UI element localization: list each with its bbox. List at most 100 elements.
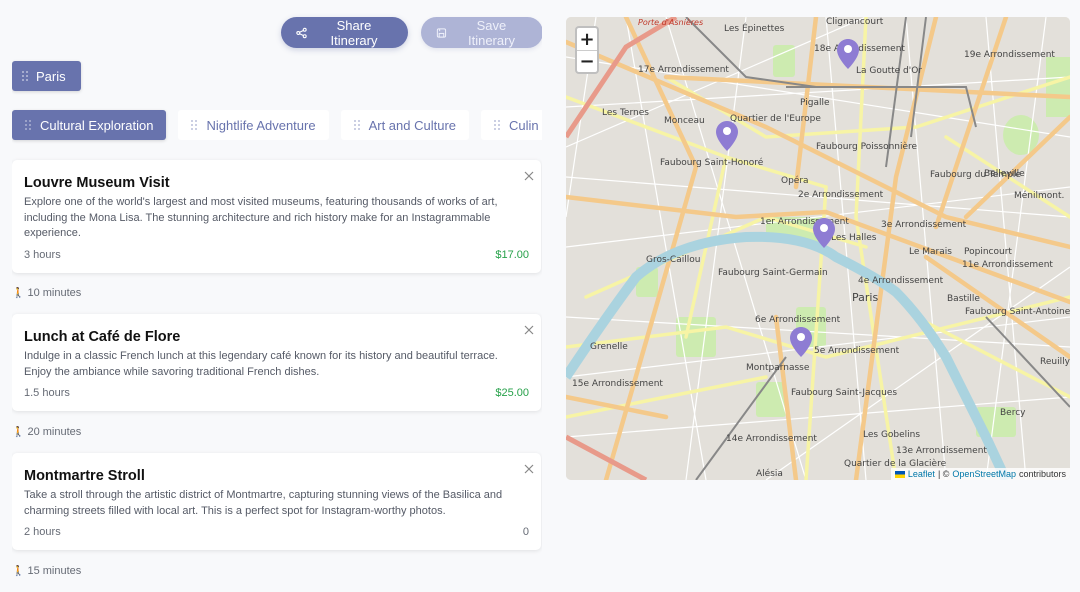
travel-time-label: 15 minutes [27,565,82,577]
map-label: Belleville [984,169,1025,179]
activity-title: Louvre Museum Visit [24,175,170,191]
map-tiles[interactable]: Porte d'Asnières Les Épinettes Clignanco… [566,17,1070,480]
map-label: Popincourt [964,247,1012,257]
activity-meta: 2 hours 0 [24,526,529,538]
theme-tab-nightlife-adventure[interactable]: Nightlife Adventure [178,110,329,140]
map-marker[interactable] [837,39,859,69]
map-marker[interactable] [716,121,738,151]
map-marker[interactable] [790,327,812,357]
theme-tab-label: Art and Culture [368,117,457,133]
drag-handle-icon[interactable] [191,120,198,130]
map-label: 17e Arrondissement [638,65,729,75]
map-label: Gros-Caillou [646,255,700,265]
activity-card[interactable]: Lunch at Café de Flore Indulge in a clas… [12,314,541,411]
map-label: Les Épinettes [724,22,785,34]
theme-tabs: Cultural Exploration Nightlife Adventure… [12,110,542,140]
activity-title: Montmartre Stroll [24,468,145,484]
travel-time-label: 20 minutes [27,426,82,438]
map-label: Porte d'Asnières [638,17,703,27]
activity-card[interactable]: Louvre Museum Visit Explore one of the w… [12,160,541,273]
map-label: Faubourg Saint-Germain [718,268,828,278]
activity-price: $25.00 [495,387,529,399]
map-marker[interactable] [813,218,835,248]
city-chip-paris[interactable]: Paris [12,61,81,91]
travel-time: 🚶 10 minutes [12,287,81,299]
city-label: Paris [36,68,66,84]
activity-duration: 2 hours [24,526,61,538]
map-label: 15e Arrondissement [572,379,663,389]
map-label: Quartier de l'Europe [730,114,821,124]
openstreetmap-link[interactable]: OpenStreetMap [952,469,1016,479]
activity-description: Explore one of the world's largest and m… [24,196,498,239]
map-label: Grenelle [590,342,628,352]
save-itinerary-button[interactable]: Save Itinerary [421,17,542,48]
zoom-out-button[interactable]: − [577,50,597,72]
map-label: 5e Arrondissement [814,346,900,356]
drag-handle-icon[interactable] [353,120,360,130]
save-icon [436,27,447,38]
activity-price: 0 [522,526,529,538]
activity-duration: 3 hours [24,248,61,261]
map-label: Montparnasse [746,363,810,373]
map-label: Faubourg Saint-Honoré [660,157,764,168]
share-icon [296,27,307,38]
theme-tab-label: Cultural Exploration [40,117,154,133]
theme-tab-label: Culin [509,117,539,133]
attribution-separator: | © [937,469,950,479]
drag-handle-icon[interactable] [494,120,501,130]
activity-price: $17.00 [495,248,529,261]
map[interactable]: Porte d'Asnières Les Épinettes Clignanco… [566,17,1070,480]
zoom-in-button[interactable]: + [577,28,597,50]
map-label: Les Gobelins [863,430,920,440]
map-label: Le Marais [909,247,952,257]
activity-card[interactable]: Montmartre Stroll Take a stroll through … [12,453,541,550]
map-label: 18e Arrondissement [814,44,905,54]
attribution-suffix: contributors [1018,469,1066,479]
map-label: Opéra [781,175,809,186]
drag-handle-icon[interactable] [22,71,28,81]
activity-meta: 3 hours $17.00 [24,249,529,261]
theme-tab-culinary[interactable]: Culin [481,110,542,140]
map-label: Monceau [664,116,705,126]
map-label: Alésia [756,468,783,479]
map-label: Ménilmont. [1014,190,1064,201]
share-itinerary-button[interactable]: Share Itinerary [281,17,408,48]
travel-time: 🚶 20 minutes [12,426,81,438]
map-label: 4e Arrondissement [858,276,944,286]
ukraine-flag-icon [894,470,905,478]
map-label: Bastille [947,294,980,304]
close-icon[interactable] [522,323,536,337]
theme-tab-label: Nightlife Adventure [206,117,316,133]
map-label: Clignancourt [826,17,884,27]
map-label: 1er Arrondissement [760,217,849,227]
close-icon[interactable] [522,462,536,476]
map-label: La Goutte d'Or [856,66,922,76]
map-label: Paris [852,291,878,304]
activity-duration: 1.5 hours [24,387,70,399]
travel-time-label: 10 minutes [27,287,82,299]
map-label: Les Halles [831,233,877,243]
map-label: 14e Arrondissement [726,434,817,444]
close-icon[interactable] [522,169,536,183]
map-label: 13e Arrondissement [896,446,987,456]
walking-person-icon: 🚶 [12,426,25,438]
map-label: 6e Arrondissement [755,315,841,325]
map-zoom-control: + − [575,26,599,74]
theme-tab-cultural-exploration[interactable]: Cultural Exploration [12,110,167,140]
leaflet-link[interactable]: Leaflet [908,469,935,479]
walking-person-icon: 🚶 [12,565,25,577]
map-label: 3e Arrondissement [881,220,967,230]
map-label: Faubourg Saint-Jacques [791,388,897,398]
itinerary-panel: Share Itinerary Save Itinerary Paris Cul… [12,0,542,592]
map-label: Reuilly [1040,357,1070,367]
map-label: 19e Arrondissement [964,50,1055,60]
activity-meta: 1.5 hours $25.00 [24,387,529,399]
activity-description: Take a stroll through the artistic distr… [24,489,503,517]
map-label: 2e Arrondissement [798,190,884,200]
map-label: 11e Arrondissement [962,260,1053,270]
map-label: Pigalle [800,98,830,108]
map-label: Les Ternes [602,108,649,118]
share-itinerary-label: Share Itinerary [330,17,378,48]
drag-handle-icon[interactable] [25,120,31,130]
theme-tab-art-and-culture[interactable]: Art and Culture [340,110,470,140]
